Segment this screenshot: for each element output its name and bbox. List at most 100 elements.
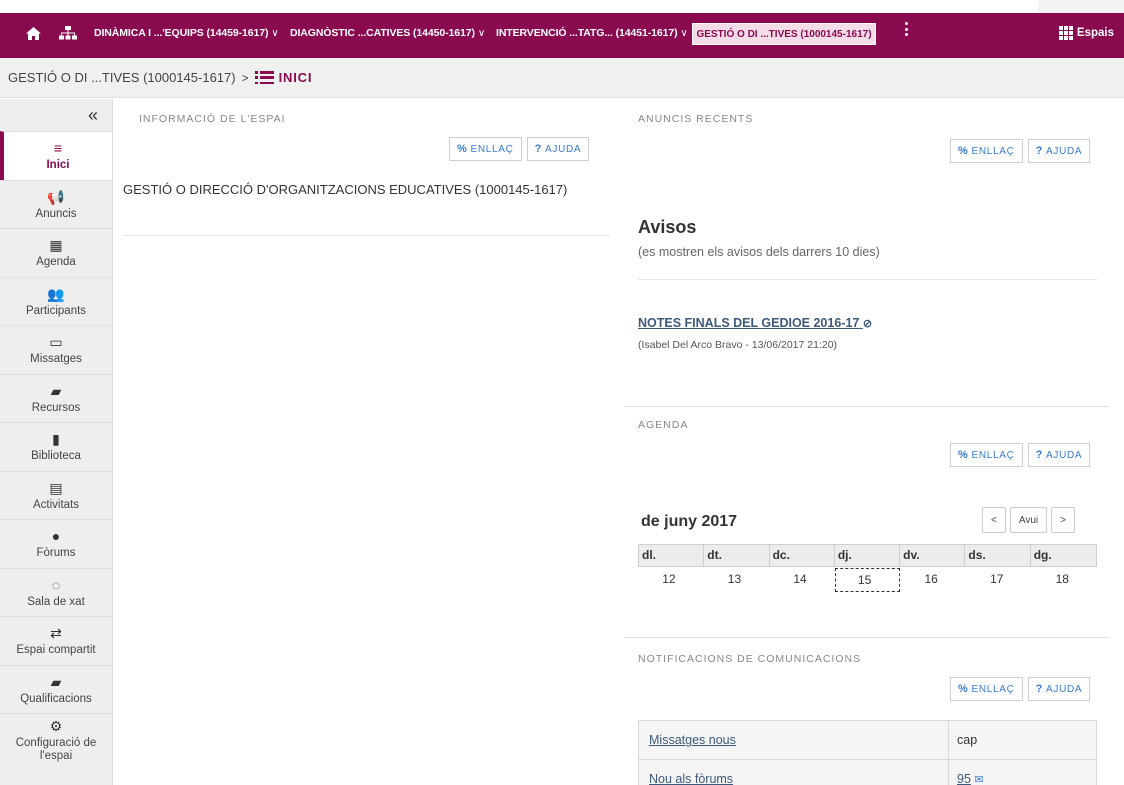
question-icon: ? bbox=[1035, 683, 1044, 695]
help-button[interactable]: ? AJUDA bbox=[526, 137, 590, 161]
help-button[interactable]: ? AJUDA bbox=[1027, 139, 1091, 163]
calendar-day[interactable]: 17 bbox=[966, 568, 1032, 592]
sidebar-item-label: Participants bbox=[25, 304, 87, 317]
agenda-actions: % ENLLAÇ ? AJUDA bbox=[950, 443, 1091, 467]
sidebar-item-configuracio[interactable]: ⚙ Configuració de l'espai bbox=[0, 713, 112, 767]
chat-bubble-icon: ◌ bbox=[51, 576, 61, 593]
link-icon: % bbox=[457, 143, 468, 155]
double-chevron-left-icon: « bbox=[87, 104, 98, 125]
notifications-title: NOTIFICACIONS DE COMUNICACIONS bbox=[638, 653, 862, 665]
home-icon[interactable] bbox=[26, 25, 41, 41]
divider bbox=[624, 406, 1110, 407]
calendar-day[interactable]: 18 bbox=[1031, 568, 1097, 592]
paperclip-icon: ⊘ bbox=[862, 318, 873, 330]
calendar-day[interactable]: 16 bbox=[900, 568, 966, 592]
calendar-day-today[interactable]: 15 bbox=[834, 568, 901, 592]
help-button[interactable]: ? AJUDA bbox=[1027, 677, 1091, 701]
divider bbox=[638, 279, 1097, 280]
sidebar-item-anuncis[interactable]: 📢 Anuncis bbox=[0, 179, 112, 228]
link-button[interactable]: % ENLLAÇ bbox=[950, 139, 1023, 163]
divider bbox=[123, 235, 610, 236]
weekday: dc. bbox=[770, 545, 835, 566]
sidebar-item-label: Recursos bbox=[31, 401, 81, 414]
space-tab-active[interactable]: GESTIÓ O DI ...TIVES (1000145-1617) bbox=[692, 23, 876, 45]
espais-button[interactable]: Espais bbox=[1058, 26, 1114, 40]
weekday: dj. bbox=[835, 545, 901, 566]
announcement-link[interactable]: NOTES FINALS DEL GEDIOE 2016-17 ⊘ bbox=[638, 316, 872, 330]
sidebar-item-label: Anuncis bbox=[35, 207, 77, 220]
sidebar-item-qualificacions[interactable]: ▰ Qualificacions bbox=[0, 664, 112, 713]
grid-icon bbox=[1058, 26, 1073, 40]
notification-count-link[interactable]: 95 bbox=[957, 772, 971, 785]
announcements-actions: % ENLLAÇ ? AJUDA bbox=[950, 139, 1091, 163]
sidebar-item-agenda[interactable]: ▦ Agenda bbox=[0, 228, 112, 277]
calendar-day[interactable]: 12 bbox=[638, 568, 704, 592]
space-tab-label: INTERVENCIÓ ...TATG... (14451-1617) bbox=[496, 27, 678, 39]
sidebar-item-label: Inici bbox=[46, 159, 70, 172]
space-tab-label: DIAGNÒSTIC ...CATIVES (14450-1617) bbox=[290, 27, 475, 39]
space-tab-1[interactable]: DINÀMICA I ...'EQUIPS (14459-1617) ∨ bbox=[94, 27, 279, 39]
link-button[interactable]: % ENLLAÇ bbox=[950, 443, 1023, 467]
breadcrumb-space[interactable]: GESTIÓ O DI ...TIVES (1000145-1617) bbox=[8, 70, 236, 85]
calendar-today-button[interactable]: Avui bbox=[1009, 507, 1048, 533]
calendar-prev-button[interactable]: < bbox=[982, 507, 1006, 533]
breadcrumb-separator: > bbox=[241, 70, 249, 85]
sidebar-item-espai-compartit[interactable]: ⇄ Espai compartit bbox=[0, 616, 112, 665]
file-text-icon: ▤ bbox=[49, 479, 63, 496]
help-button-label: AJUDA bbox=[1046, 449, 1083, 461]
sitemap-icon[interactable] bbox=[59, 25, 77, 41]
link-icon: % bbox=[958, 683, 969, 695]
info-panel-title: INFORMACIÓ DE L'ESPAI bbox=[139, 113, 286, 125]
notification-label-link[interactable]: Nou als fòrums bbox=[639, 760, 949, 785]
help-button-label: AJUDA bbox=[1046, 683, 1083, 695]
weekday: dt. bbox=[704, 545, 770, 566]
notification-value-cell: 95 ✉ bbox=[949, 760, 1096, 785]
question-icon: ? bbox=[1035, 449, 1044, 461]
link-button[interactable]: % ENLLAÇ bbox=[449, 137, 522, 161]
collapse-sidebar-button[interactable]: « bbox=[0, 99, 112, 131]
sidebar-item-recursos[interactable]: ▰ Recursos bbox=[0, 373, 112, 422]
sidebar-item-sala-de-xat[interactable]: ◌ Sala de xat bbox=[0, 567, 112, 616]
sidebar-item-activitats[interactable]: ▤ Activitats bbox=[0, 470, 112, 519]
calendar-icon: ▦ bbox=[49, 237, 63, 254]
weekday: dv. bbox=[900, 545, 966, 566]
announcements-title: ANUNCIS RECENTS bbox=[638, 113, 754, 125]
avisos-subtitle: (es mostren els avisos dels darrers 10 d… bbox=[638, 245, 880, 259]
calendar-day[interactable]: 14 bbox=[769, 568, 835, 592]
top-strip bbox=[0, 0, 1124, 13]
calendar-month: de juny 2017 bbox=[641, 513, 738, 530]
divider bbox=[624, 637, 1110, 638]
help-button-label: AJUDA bbox=[1046, 145, 1083, 157]
sidebar-item-inici[interactable]: ≡ Inici bbox=[0, 131, 112, 180]
notifications-actions: % ENLLAÇ ? AJUDA bbox=[950, 677, 1091, 701]
help-button[interactable]: ? AJUDA bbox=[1027, 443, 1091, 467]
calendar-weekdays: dl. dt. dc. dj. dv. ds. dg. bbox=[638, 544, 1097, 567]
sidebar-item-participants[interactable]: 👥 Participants bbox=[0, 276, 112, 325]
table-row: Missatges nous cap bbox=[639, 721, 1096, 760]
link-button[interactable]: % ENLLAÇ bbox=[950, 677, 1023, 701]
notification-label-link[interactable]: Missatges nous bbox=[639, 721, 949, 759]
sidebar-item-label: Sala de xat bbox=[27, 595, 85, 608]
breadcrumb-current: INICI bbox=[254, 70, 313, 85]
sidebar-item-label: Biblioteca bbox=[31, 450, 81, 463]
sidebar-item-label: Fòrums bbox=[36, 547, 76, 560]
top-navbar: DINÀMICA I ...'EQUIPS (14459-1617) ∨ DIAG… bbox=[0, 0, 1124, 58]
space-tab-3[interactable]: INTERVENCIÓ ...TATG... (14451-1617) ∨ bbox=[496, 27, 688, 39]
weekday: ds. bbox=[965, 545, 1031, 566]
envelope-icon: ✉ bbox=[974, 774, 984, 785]
sidebar-item-label: Espai compartit bbox=[16, 644, 96, 657]
inbox-icon: ▭ bbox=[49, 334, 63, 351]
calendar-next-button[interactable]: > bbox=[1051, 507, 1075, 533]
calendar-day[interactable]: 13 bbox=[704, 568, 770, 592]
space-tab-2[interactable]: DIAGNÒSTIC ...CATIVES (14450-1617) ∨ bbox=[290, 27, 485, 39]
list-icon: ≡ bbox=[53, 140, 63, 157]
sidebar-item-biblioteca[interactable]: ▮ Biblioteca bbox=[0, 422, 112, 471]
link-button-label: ENLLAÇ bbox=[971, 683, 1015, 695]
help-button-label: AJUDA bbox=[545, 143, 582, 155]
sidebar-item-label: Qualificacions bbox=[20, 692, 92, 705]
vertical-dots-icon[interactable] bbox=[904, 22, 910, 39]
breadcrumb: GESTIÓ O DI ...TIVES (1000145-1617) > IN… bbox=[0, 58, 1124, 98]
sidebar-item-missatges[interactable]: ▭ Missatges bbox=[0, 325, 112, 374]
sidebar-item-forums[interactable]: ● Fòrums bbox=[0, 519, 112, 568]
book-icon: ▰ bbox=[50, 673, 62, 690]
